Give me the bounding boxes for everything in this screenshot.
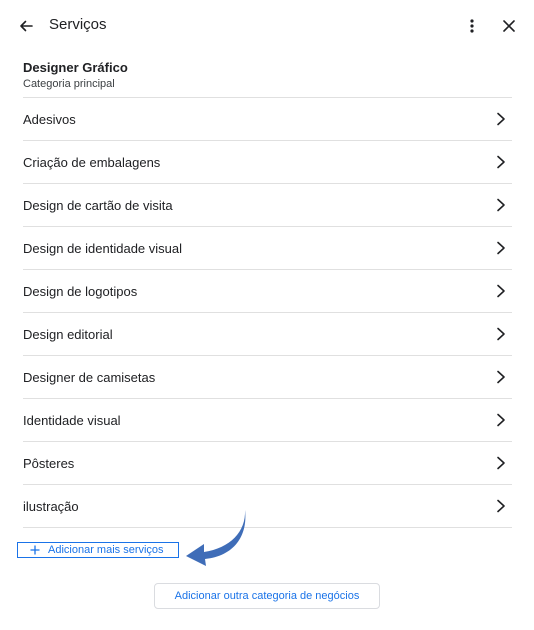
add-more-services-button[interactable]: Adicionar mais serviços [17, 542, 179, 558]
service-item-label: Criação de embalagens [23, 154, 161, 170]
category-name: Designer Gráfico [23, 60, 128, 75]
service-item[interactable]: Designer de camisetas [23, 356, 512, 399]
service-item-label: Design de logotipos [23, 283, 138, 299]
chevron-right-icon [493, 369, 509, 385]
service-item[interactable]: Design de cartão de visita [23, 184, 512, 227]
chevron-right-icon [493, 197, 509, 213]
chevron-right-icon [493, 111, 509, 127]
plus-icon [30, 544, 42, 556]
chevron-right-icon [493, 240, 509, 256]
service-item-label: Design de cartão de visita [23, 197, 173, 213]
chevron-right-icon [493, 326, 509, 342]
service-item-label: Adesivos [23, 111, 76, 127]
service-item[interactable]: Design editorial [23, 313, 512, 356]
service-item-label: Identidade visual [23, 412, 121, 428]
chevron-right-icon [493, 154, 509, 170]
service-item[interactable]: Identidade visual [23, 399, 512, 442]
annotation-arrow-icon [186, 510, 246, 566]
service-item-label: Pôsteres [23, 455, 75, 471]
service-item[interactable]: ilustração [23, 485, 512, 528]
service-item[interactable]: Pôsteres [23, 442, 512, 485]
service-item[interactable]: Adesivos [23, 98, 512, 141]
arrow-back-icon [20, 20, 33, 32]
chevron-right-icon [493, 412, 509, 428]
dialog-header: Serviços [0, 0, 534, 52]
back-button[interactable] [12, 12, 40, 40]
service-item-label: Designer de camisetas [23, 369, 156, 385]
service-item-label: ilustração [23, 498, 79, 514]
more-options-button[interactable] [460, 12, 484, 40]
category-subtitle: Categoria principal [23, 78, 115, 90]
chevron-right-icon [493, 455, 509, 471]
add-category-button[interactable]: Adicionar outra categoria de negócios [154, 583, 380, 609]
service-item[interactable]: Design de identidade visual [23, 227, 512, 270]
service-item-label: Design editorial [23, 326, 113, 342]
dialog-title: Serviços [49, 16, 107, 33]
add-category-label: Adicionar outra categoria de negócios [174, 590, 360, 602]
chevron-right-icon [493, 283, 509, 299]
services-list: Adesivos Criação de embalagens Design de c… [23, 97, 512, 528]
add-more-services-label: Adicionar mais serviços [48, 544, 164, 556]
service-item-label: Design de identidade visual [23, 240, 182, 256]
more-vert-icon [470, 19, 474, 33]
service-item[interactable]: Design de logotipos [23, 270, 512, 313]
service-item[interactable]: Criação de embalagens [23, 141, 512, 184]
close-icon [503, 20, 515, 32]
close-button[interactable] [495, 12, 523, 40]
chevron-right-icon [493, 498, 509, 514]
